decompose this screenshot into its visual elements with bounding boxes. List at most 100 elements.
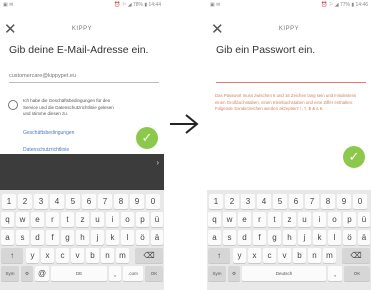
key-0[interactable]: 0 [146, 194, 160, 209]
key-j[interactable]: j [298, 230, 311, 245]
key-5[interactable]: 5 [273, 194, 287, 209]
key-c[interactable]: c [56, 248, 69, 263]
key-4[interactable]: 4 [257, 194, 271, 209]
key-q[interactable]: q [1, 212, 14, 227]
key-7[interactable]: 7 [98, 194, 112, 209]
key-9[interactable]: 9 [337, 194, 351, 209]
key-ue[interactable]: ü [358, 212, 370, 227]
space-key[interactable]: DE [51, 266, 107, 281]
key-p[interactable]: p [343, 212, 356, 227]
key-b[interactable]: b [86, 248, 99, 263]
key-z[interactable]: z [76, 212, 89, 227]
key-at[interactable]: @ [35, 266, 49, 281]
key-3[interactable]: 3 [241, 194, 255, 209]
key-e[interactable]: e [31, 212, 44, 227]
settings-icon[interactable]: ⚙ [21, 266, 33, 281]
sym-key[interactable]: Sym [208, 266, 226, 281]
key-9[interactable]: 9 [130, 194, 144, 209]
key-r[interactable]: r [253, 212, 266, 227]
checkmark-icon[interactable]: ✓ [136, 127, 158, 149]
key-y[interactable]: y [233, 248, 246, 263]
chevron-right-icon[interactable]: › [156, 158, 159, 167]
dotcom-key[interactable]: .com [123, 266, 143, 281]
key-n[interactable]: n [101, 248, 114, 263]
shift-icon[interactable]: ↑ [208, 248, 230, 263]
key-a[interactable]: a [1, 230, 14, 245]
key-x[interactable]: x [41, 248, 54, 263]
key-7[interactable]: 7 [305, 194, 319, 209]
terms-radio[interactable] [8, 100, 18, 110]
key-y[interactable]: y [26, 248, 39, 263]
key-ue[interactable]: ü [151, 212, 163, 227]
key-f[interactable]: f [46, 230, 59, 245]
key-k[interactable]: k [313, 230, 326, 245]
key-6[interactable]: 6 [289, 194, 303, 209]
key-comma[interactable]: , [328, 266, 342, 281]
key-3[interactable]: 3 [34, 194, 48, 209]
shift-icon[interactable]: ↑ [1, 248, 23, 263]
key-g[interactable]: g [268, 230, 281, 245]
ok-key[interactable]: OK [344, 266, 370, 281]
ok-key[interactable]: OK [145, 266, 163, 281]
sym-key[interactable]: Sym [1, 266, 19, 281]
key-oe[interactable]: ö [136, 230, 149, 245]
key-6[interactable]: 6 [82, 194, 96, 209]
key-f[interactable]: f [253, 230, 266, 245]
key-t[interactable]: t [268, 212, 281, 227]
key-l[interactable]: l [328, 230, 341, 245]
key-l[interactable]: l [121, 230, 134, 245]
key-h[interactable]: h [283, 230, 296, 245]
key-v[interactable]: v [278, 248, 291, 263]
key-oe[interactable]: ö [343, 230, 356, 245]
key-q[interactable]: q [208, 212, 221, 227]
key-2[interactable]: 2 [18, 194, 32, 209]
key-z[interactable]: z [283, 212, 296, 227]
key-t[interactable]: t [61, 212, 74, 227]
key-n[interactable]: n [308, 248, 321, 263]
key-1[interactable]: 1 [2, 194, 16, 209]
key-e[interactable]: e [238, 212, 251, 227]
key-r[interactable]: r [46, 212, 59, 227]
key-i[interactable]: i [106, 212, 119, 227]
terms-link[interactable]: Geschäftsbedingungen [23, 130, 74, 136]
key-c[interactable]: c [263, 248, 276, 263]
key-w[interactable]: w [16, 212, 29, 227]
key-d[interactable]: d [31, 230, 44, 245]
key-ae[interactable]: ä [151, 230, 163, 245]
key-g[interactable]: g [61, 230, 74, 245]
key-5[interactable]: 5 [66, 194, 80, 209]
email-input[interactable] [9, 70, 159, 83]
key-s[interactable]: s [16, 230, 29, 245]
key-p[interactable]: p [136, 212, 149, 227]
key-m[interactable]: m [323, 248, 336, 263]
key-h[interactable]: h [76, 230, 89, 245]
key-s[interactable]: s [223, 230, 236, 245]
key-o[interactable]: o [328, 212, 341, 227]
key-i[interactable]: i [313, 212, 326, 227]
settings-icon[interactable]: ⚙ [228, 266, 240, 281]
key-b[interactable]: b [293, 248, 306, 263]
key-v[interactable]: v [71, 248, 84, 263]
backspace-icon[interactable]: ⌫ [135, 248, 163, 263]
backspace-icon[interactable]: ⌫ [342, 248, 370, 263]
key-j[interactable]: j [91, 230, 104, 245]
space-key[interactable]: Deutsch [242, 266, 326, 281]
key-u[interactable]: u [91, 212, 104, 227]
key-a[interactable]: a [208, 230, 221, 245]
key-k[interactable]: k [106, 230, 119, 245]
key-o[interactable]: o [121, 212, 134, 227]
password-input[interactable] [216, 70, 366, 83]
checkmark-icon[interactable]: ✓ [343, 146, 365, 168]
key-m[interactable]: m [116, 248, 129, 263]
key-2[interactable]: 2 [225, 194, 239, 209]
key-4[interactable]: 4 [50, 194, 64, 209]
key-1[interactable]: 1 [209, 194, 223, 209]
key-w[interactable]: w [223, 212, 236, 227]
key-ae[interactable]: ä [358, 230, 370, 245]
key-comma[interactable]: , [109, 266, 121, 281]
privacy-link[interactable]: Datenschutzrichtlinie [23, 147, 69, 153]
key-d[interactable]: d [238, 230, 251, 245]
key-8[interactable]: 8 [321, 194, 335, 209]
key-u[interactable]: u [298, 212, 311, 227]
key-8[interactable]: 8 [114, 194, 128, 209]
